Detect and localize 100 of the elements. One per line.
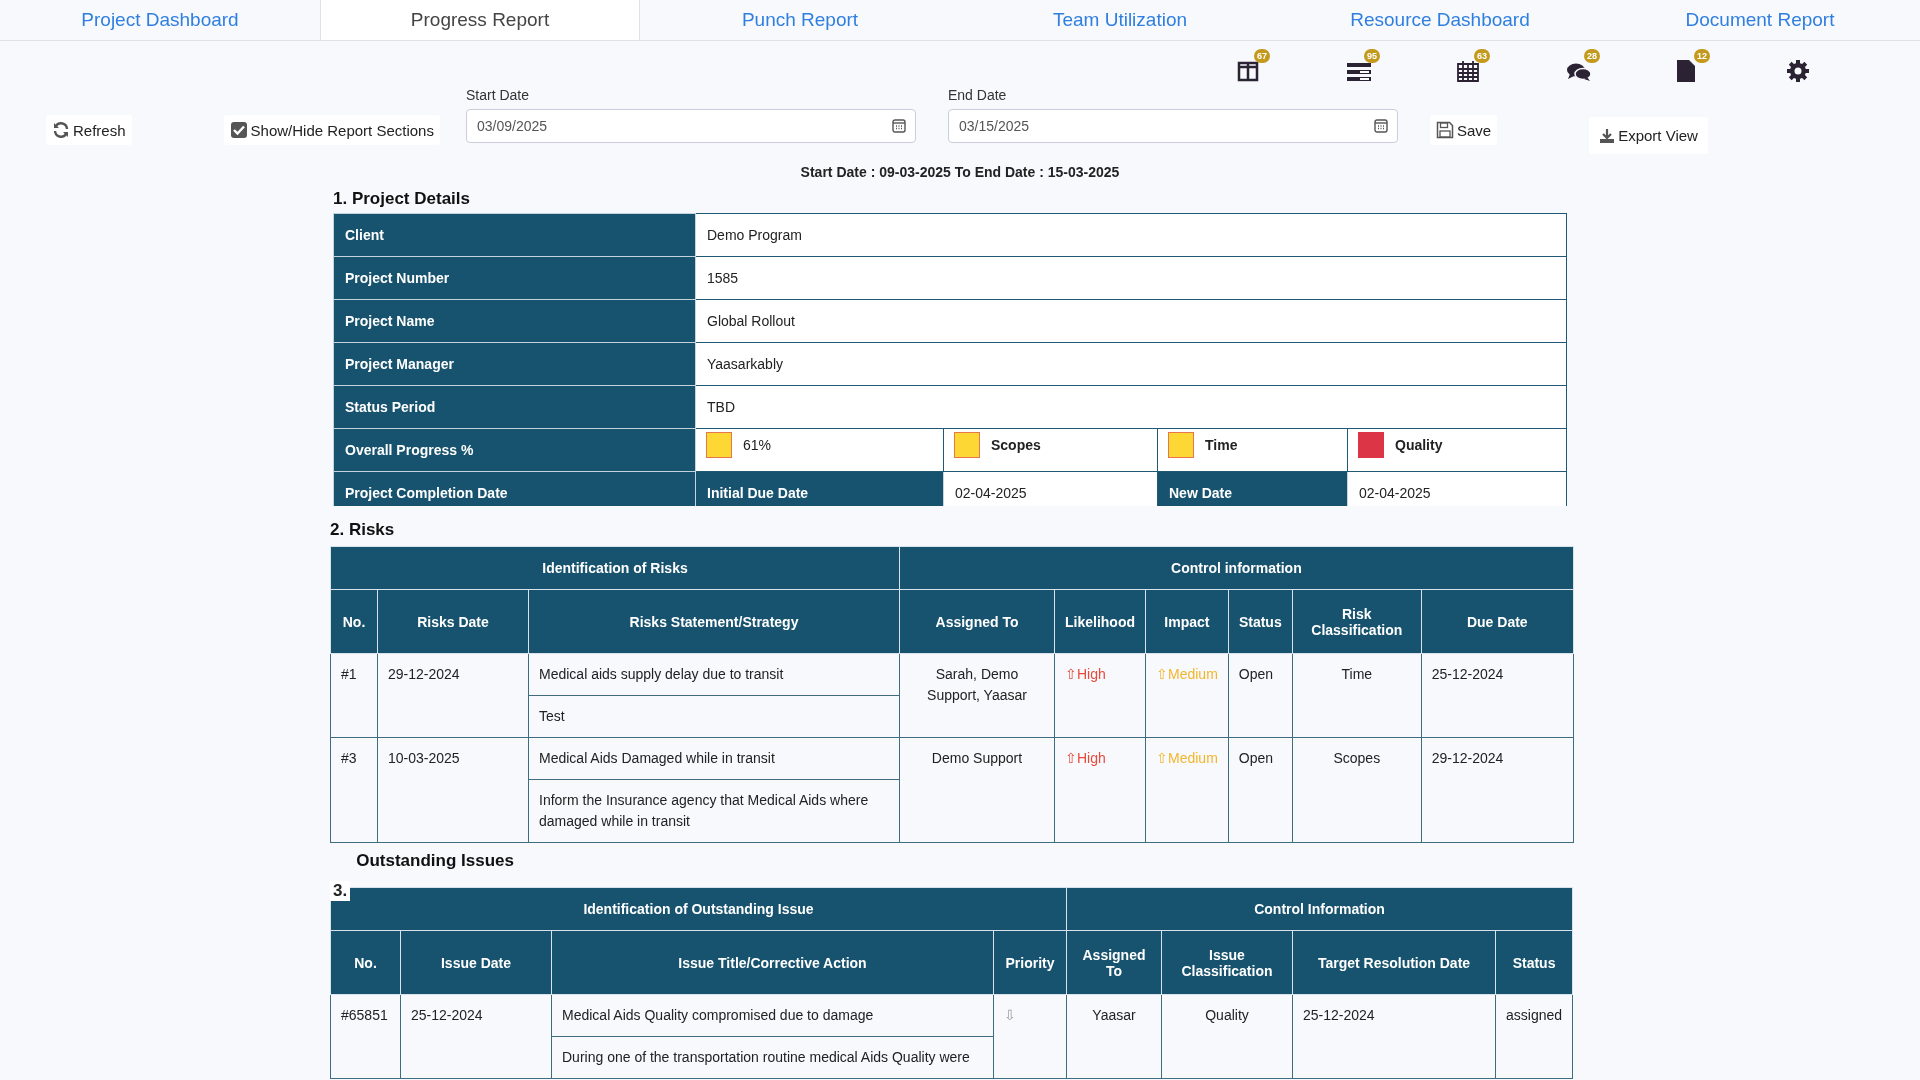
column-header: Assigned To: [899, 589, 1055, 654]
row-label: Initial Due Date: [695, 471, 944, 506]
table-cell: During one of the transportation routine medical Aids Quality were: [551, 1036, 994, 1079]
tab[interactable]: Resource Dashboard: [1280, 0, 1600, 40]
row-label: Project Number: [333, 256, 696, 300]
priority-icon: ⇩: [993, 994, 1067, 1079]
status-label: Quality: [1395, 436, 1443, 455]
row-label: Status Period: [333, 385, 696, 429]
tab[interactable]: Team Utilization: [960, 0, 1280, 40]
comments-icon: [1566, 61, 1592, 83]
table-cell: Open: [1228, 653, 1293, 738]
column-header: No.: [330, 930, 401, 995]
checkbox[interactable]: [229, 121, 248, 139]
column-header: Priority: [993, 930, 1067, 995]
row-label: Client: [333, 213, 696, 257]
table-cell: Sarah, Demo Support, Yaasar: [899, 653, 1055, 738]
table-cell: #1: [330, 653, 378, 738]
table-cell: Scopes: [1292, 737, 1422, 843]
column-header: Issue Title/Corrective Action: [551, 930, 994, 995]
download-icon: [1599, 127, 1616, 144]
section-number: 3.: [330, 881, 351, 901]
file-icon: [1676, 59, 1696, 83]
row-label: Overall Progress %: [333, 428, 696, 472]
count-badge: 95: [1364, 49, 1380, 63]
save-button[interactable]: Save: [1429, 115, 1498, 145]
table-cell: 25-12-2024: [1421, 653, 1574, 738]
table-cell: Open: [1228, 737, 1293, 843]
date-field[interactable]: 03/09/2025: [465, 109, 916, 143]
toolbar-button[interactable]: 63: [1456, 49, 1490, 83]
likelihood-label: ⇧High: [1054, 737, 1146, 843]
table-cell: #65851: [330, 994, 401, 1079]
column-header: Impact: [1145, 589, 1229, 654]
column-header: Target Resolution Date: [1292, 930, 1496, 995]
table-cell: 1585: [695, 256, 1567, 300]
table-cell: TBD: [695, 385, 1567, 429]
date-range-summary: Start Date : 09-03-2025 To End Date : 15-03-2025: [800, 164, 1120, 180]
columns-icon: [1236, 59, 1260, 83]
export-button[interactable]: Export View: [1589, 117, 1708, 154]
status-label: Time: [1205, 436, 1238, 455]
date-field[interactable]: 03/15/2025: [947, 109, 1398, 143]
toolbar-button[interactable]: 12: [1676, 49, 1710, 83]
table-cell: Medical Aids Damaged while in transit: [528, 737, 900, 780]
section-heading: 2. Risks: [330, 520, 396, 540]
field-label: End Date: [947, 87, 1008, 103]
column-header: Issue Date: [400, 930, 552, 995]
likelihood-label: ⇧High: [1054, 653, 1146, 738]
table-cell: assigned: [1495, 994, 1573, 1079]
refresh-button[interactable]: Refresh: [46, 115, 132, 145]
table-cell: #3: [330, 737, 378, 843]
count-badge: 67: [1254, 49, 1270, 63]
section-heading: Outstanding Issues: [356, 851, 514, 871]
table-cell: Test: [528, 695, 900, 738]
table-cell: Inform the Insurance agency that Medical Aids where damaged while in transit: [528, 779, 900, 843]
table-cell: Demo Support: [899, 737, 1055, 843]
toolbar-button[interactable]: 28: [1566, 49, 1600, 83]
group-header: Control information: [899, 546, 1574, 590]
tab[interactable]: Document Report: [1600, 0, 1920, 40]
row-label: Project Completion Date: [333, 471, 696, 506]
refresh-icon: [52, 121, 70, 139]
column-header: Risks Date: [377, 589, 529, 654]
table-cell: Yaasar: [1066, 994, 1162, 1079]
tab[interactable]: Project Dashboard: [0, 0, 320, 40]
progress-value: 61%: [743, 436, 772, 455]
table-cell: 02-04-2025: [943, 471, 1158, 506]
column-header: Risks Statement/Strategy: [528, 589, 900, 654]
column-header: Due Date: [1421, 589, 1574, 654]
group-header: Identification of Risks: [330, 546, 900, 590]
section-heading: 1. Project Details: [333, 189, 471, 209]
table-cell: 29-12-2024: [377, 653, 529, 738]
table-cell: Medical aids supply delay due to transit: [528, 653, 900, 696]
group-header: Control Information: [1066, 887, 1573, 931]
impact-label: ⇧Medium: [1145, 737, 1229, 843]
status-label: Scopes: [991, 436, 1041, 455]
count-badge: 28: [1584, 49, 1600, 63]
column-header: Risk Classification: [1292, 589, 1422, 654]
field-label: Start Date: [465, 87, 530, 103]
table-cell: Global Rollout: [695, 299, 1567, 343]
tab[interactable]: Punch Report: [640, 0, 960, 40]
column-header: Assigned To: [1066, 930, 1162, 995]
table-cell: 02-04-2025: [1347, 471, 1567, 506]
column-header: No.: [330, 589, 378, 654]
toolbar-button[interactable]: 67: [1236, 49, 1270, 83]
toolbar-button[interactable]: 95: [1346, 49, 1380, 83]
show-hide-button[interactable]: Show/Hide Report Sections: [223, 115, 440, 145]
save-icon: [1435, 121, 1454, 139]
calendar-icon: [1373, 119, 1388, 133]
row-label: New Date: [1157, 471, 1348, 506]
table-cell: Medical Aids Quality compromised due to damage: [551, 994, 994, 1037]
row-label: Project Manager: [333, 342, 696, 386]
column-header: Status: [1228, 589, 1293, 654]
table-cell: Demo Program: [695, 213, 1567, 257]
column-header: Issue Classification: [1161, 930, 1293, 995]
table-cell: 10-03-2025: [377, 737, 529, 843]
table-cell: Yaasarkably: [695, 342, 1567, 386]
count-badge: 12: [1694, 49, 1710, 63]
impact-label: ⇧Medium: [1145, 653, 1229, 738]
tab[interactable]: Progress Report: [320, 0, 640, 40]
table-cell: Time: [1292, 653, 1422, 738]
column-header: Status: [1495, 930, 1573, 995]
calendar-icon: [1456, 59, 1480, 83]
